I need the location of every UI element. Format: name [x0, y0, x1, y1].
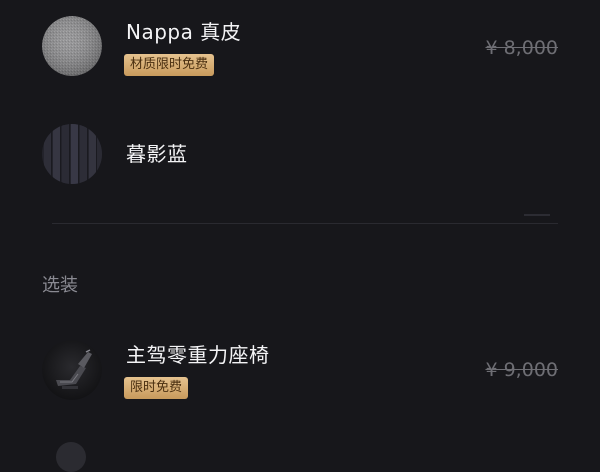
divider-tick [524, 214, 550, 216]
striped-fabric-swatch-icon [42, 124, 102, 184]
option-row-zero-gravity-seat[interactable]: 主驾零重力座椅 限时免费 ¥ 9,000 [0, 326, 600, 426]
option-list-screen: Nappa 真皮 材质限时免费 ¥ 8,000 暮影蓝 选装 主驾零重力座椅 限… [0, 0, 600, 472]
seat-photo-icon [42, 340, 102, 400]
option-row-nappa[interactable]: Nappa 真皮 材质限时免费 ¥ 8,000 [0, 0, 600, 90]
option-title: Nappa 真皮 [126, 20, 242, 44]
option-row-dusk-blue[interactable]: 暮影蓝 [0, 110, 600, 210]
promo-badge: 限时免费 [124, 377, 189, 399]
leather-swatch-icon [42, 16, 102, 76]
option-title: 主驾零重力座椅 [126, 343, 270, 367]
original-price: ¥ 9,000 [485, 359, 558, 381]
next-option-thumb-partial [56, 442, 86, 472]
original-price: ¥ 8,000 [485, 37, 558, 59]
section-divider [52, 223, 558, 224]
promo-badge: 材质限时免费 [124, 54, 215, 76]
section-label-optional: 选装 [42, 275, 78, 296]
option-title: 暮影蓝 [126, 142, 188, 166]
